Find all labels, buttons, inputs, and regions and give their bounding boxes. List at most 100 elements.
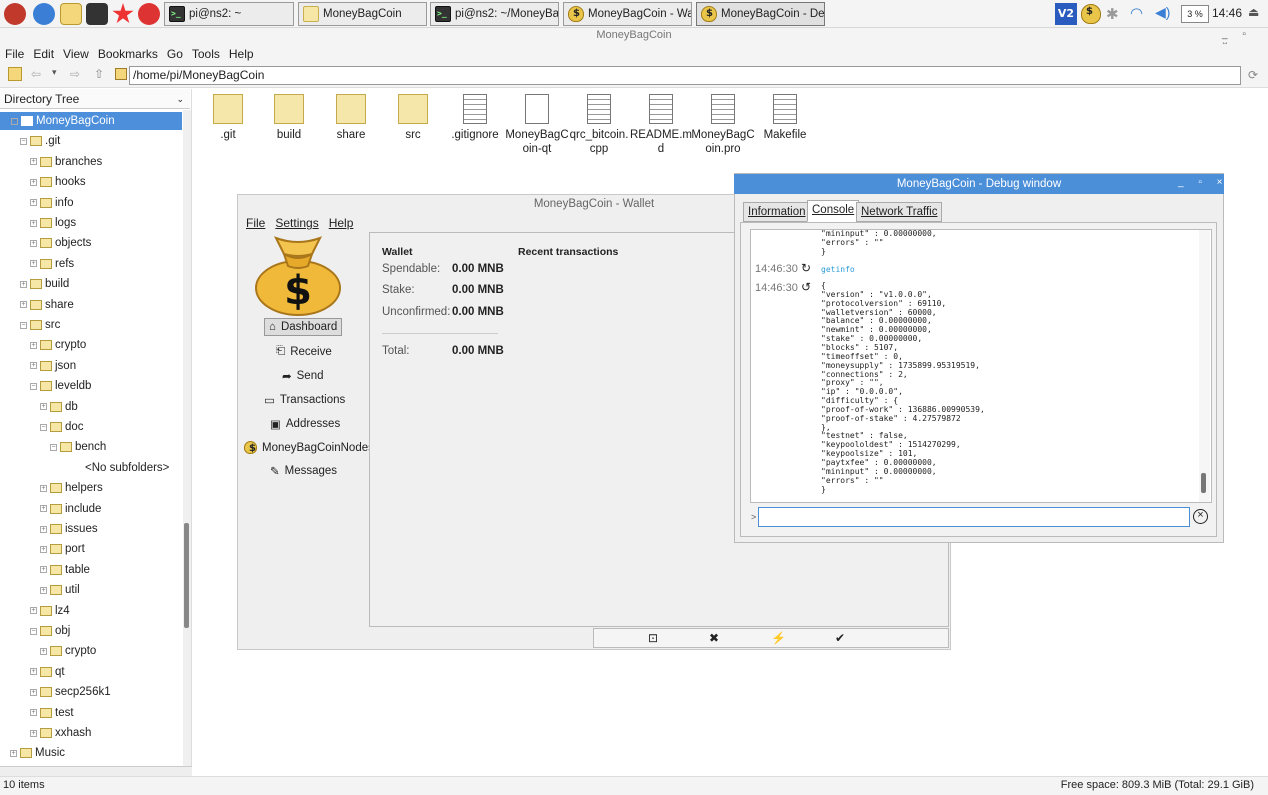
tree-item[interactable]: + test [30,704,74,722]
expand-icon[interactable]: + [30,158,37,166]
back-icon[interactable]: ⇦ [31,67,41,81]
path-input[interactable]: /home/pi/MoneyBagCoin [129,66,1241,85]
file-item[interactable]: MoneyBagC oin.pro [691,94,755,156]
bluetooth-icon[interactable]: ✱ [1106,5,1119,23]
wolfram-icon[interactable] [112,3,134,24]
expand-icon[interactable]: + [40,403,47,411]
tree-item[interactable]: + crypto [40,642,96,660]
task-terminal-1[interactable]: pi@ns2: ~ [164,2,294,26]
tree-item[interactable]: + include [40,500,101,518]
tree-item[interactable]: − MoneyBagCoin [0,112,182,130]
tree-item[interactable]: + issues [40,520,98,538]
expand-icon[interactable]: + [30,668,37,676]
tree-item[interactable]: + Music [10,744,65,762]
tree-item[interactable]: + helpers [40,479,103,497]
forward-icon[interactable]: ⇨ [70,67,80,81]
nav-receive[interactable]: ⎗ Receive [276,345,332,358]
browser-icon[interactable] [33,3,55,25]
wallet-menu-help[interactable]: Help [329,216,354,230]
mathematica-icon[interactable] [138,3,160,25]
home-icon[interactable] [115,68,127,80]
lock-status-icon[interactable]: ⊡ [648,631,658,645]
menu-go[interactable]: Go [167,47,183,61]
expand-icon[interactable]: + [30,362,37,370]
sidebar-scroll-thumb[interactable] [184,523,189,628]
tab-information[interactable]: Information [743,202,811,222]
menu-view[interactable]: View [63,47,89,61]
expand-icon[interactable]: + [30,341,37,349]
collapse-icon[interactable]: − [11,117,18,125]
expand-icon[interactable]: + [30,709,37,717]
menu-help[interactable]: Help [229,47,254,61]
file-item[interactable]: Makefile [753,94,817,142]
expand-icon[interactable]: + [20,301,27,309]
wallet-menu-settings[interactable]: Settings [275,216,318,230]
connections-status-icon[interactable]: ⚡ [771,631,786,645]
tree-item[interactable]: + branches [30,153,102,171]
tree-item[interactable]: − src [20,316,60,334]
collapse-icon[interactable]: − [20,137,27,145]
tree-item[interactable]: + objects [30,234,91,252]
file-item[interactable]: qrc_bitcoin. cpp [567,94,631,156]
tree-item[interactable]: + info [30,194,74,212]
expand-icon[interactable]: + [40,545,47,553]
raspberry-menu-icon[interactable] [4,3,26,25]
task-file-manager[interactable]: MoneyBagCoin [298,2,427,26]
file-item[interactable]: .git [196,94,260,142]
volume-icon[interactable]: ◀) [1155,4,1170,21]
nav-nodes[interactable]: MoneyBagCoinNodes [244,441,374,454]
expand-icon[interactable]: + [30,607,37,615]
nav-dashboard[interactable]: ⌂ Dashboard [264,318,343,336]
collapse-icon[interactable]: − [20,321,27,329]
nav-transactions[interactable]: ▭ Transactions [264,393,345,407]
staking-status-icon[interactable]: ✖ [709,631,719,645]
file-item[interactable]: .gitignore [443,94,507,142]
expand-icon[interactable]: + [40,586,47,594]
tree-item[interactable]: + build [20,275,69,293]
task-wallet[interactable]: MoneyBagCoin - Wal... [563,2,692,26]
tab-console[interactable]: Console [807,200,860,222]
tree-item[interactable]: − .git [20,132,60,150]
expand-icon[interactable]: + [30,239,37,247]
task-debug-window[interactable]: MoneyBagCoin - Deb... [696,2,825,26]
tab-network-traffic[interactable]: Network Traffic [856,202,943,222]
expand-icon[interactable]: + [40,525,47,533]
menu-tools[interactable]: Tools [192,47,220,61]
tree-item[interactable]: − leveldb [30,377,91,395]
sidebar-scrollbar[interactable] [183,110,191,766]
tree-item[interactable]: + lz4 [30,602,70,620]
console-scrollbar[interactable] [1199,230,1210,502]
menu-bookmarks[interactable]: Bookmarks [98,47,158,61]
menu-file[interactable]: File [5,47,24,61]
expand-icon[interactable]: + [30,178,37,186]
tree-item[interactable]: + refs [30,255,74,273]
up-icon[interactable]: ⇧ [94,67,104,81]
expand-icon[interactable]: + [20,280,27,288]
tree-item[interactable]: + port [40,540,85,558]
expand-icon[interactable]: + [40,505,47,513]
collapse-icon[interactable]: − [50,443,57,451]
collapse-icon[interactable]: − [30,382,37,390]
expand-icon[interactable]: + [30,729,37,737]
task-terminal-2[interactable]: pi@ns2: ~/MoneyBa... [430,2,559,26]
tree-item[interactable]: − bench [50,438,106,456]
expand-icon[interactable]: + [30,199,37,207]
file-item[interactable]: MoneyBagC oin-qt [505,94,569,156]
new-tab-icon[interactable] [8,67,22,81]
file-item[interactable]: share [319,94,383,142]
expand-icon[interactable]: + [40,484,47,492]
tree-item[interactable]: + share [20,296,74,314]
sidebar-header[interactable]: Directory Tree ⌄ [0,89,190,109]
expand-icon[interactable]: + [40,647,47,655]
tree-item[interactable]: + qt [30,663,65,681]
tree-item[interactable]: + util [40,581,80,599]
menu-edit[interactable]: Edit [33,47,54,61]
eject-icon[interactable]: ⏏ [1248,5,1259,19]
file-item[interactable]: build [257,94,321,142]
nav-addresses[interactable]: ▣ Addresses [270,417,340,431]
tree-item[interactable]: + json [30,357,76,375]
wallet-menu-file[interactable]: File [246,216,265,230]
sidebar-horizontal-scrollbar[interactable] [0,766,192,776]
tree-item[interactable]: + xxhash [30,724,91,742]
go-icon[interactable]: ⟳ [1248,68,1258,82]
